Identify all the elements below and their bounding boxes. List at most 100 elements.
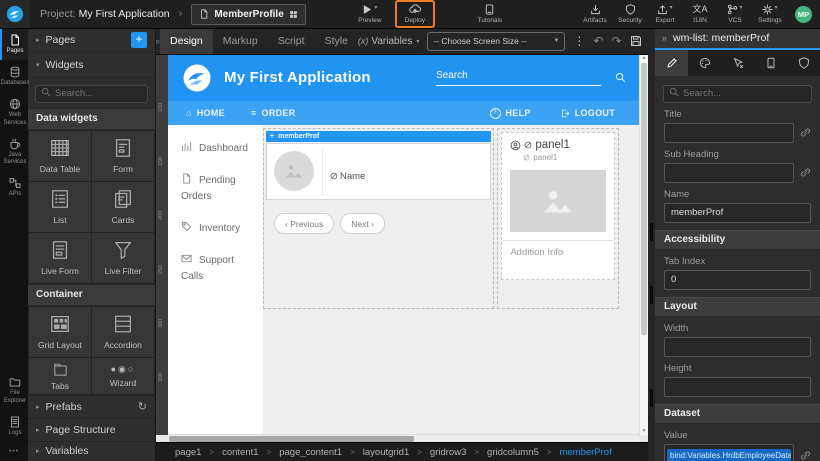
collapse-right-panel-icon[interactable]: » bbox=[662, 33, 667, 43]
name-input[interactable] bbox=[664, 203, 811, 223]
scroll-up-icon[interactable]: ▲ bbox=[640, 54, 648, 62]
widget-tile-accordion[interactable]: Accordion bbox=[92, 307, 154, 357]
artifacts-button[interactable]: Artifacts bbox=[582, 4, 608, 24]
scroll-down-icon[interactable]: ▼ bbox=[640, 427, 648, 435]
refresh-icon[interactable]: ↻ bbox=[138, 400, 147, 413]
height-input[interactable] bbox=[664, 377, 811, 397]
chevron-down-icon[interactable]: ▾ bbox=[739, 4, 742, 11]
breadcrumb-item[interactable]: page_content1 bbox=[279, 447, 363, 458]
widgets-section-header[interactable]: ▾ Widgets bbox=[28, 53, 155, 78]
more-options-icon[interactable]: ••• bbox=[0, 442, 28, 461]
list-item-card[interactable]: Name bbox=[266, 143, 491, 200]
sidenav-item-dashboard[interactable]: Dashboard bbox=[181, 141, 255, 157]
breadcrumb-item[interactable]: page1 bbox=[175, 447, 222, 458]
widget-tile-tabs[interactable]: Tabs bbox=[29, 358, 91, 394]
nav-item-home[interactable]: ⌂HOME bbox=[186, 108, 225, 118]
export-button[interactable]: ▾ Export bbox=[652, 4, 678, 24]
rail-item-databases[interactable]: Databases bbox=[0, 60, 28, 92]
widget-tile-live-filter[interactable]: Live Filter bbox=[92, 233, 154, 283]
scrollbar-thumb[interactable] bbox=[641, 63, 647, 335]
redo-icon[interactable]: ↷ bbox=[611, 34, 621, 48]
bind-link-icon[interactable] bbox=[800, 450, 811, 461]
panel-header[interactable]: panel1 bbox=[502, 133, 614, 151]
rail-item-file-explorer[interactable]: File Explorer bbox=[0, 370, 28, 409]
add-page-button[interactable]: + bbox=[131, 32, 147, 48]
widget-tile-list[interactable]: List bbox=[29, 182, 91, 232]
move-handle-icon[interactable]: + bbox=[270, 133, 274, 140]
settings-button[interactable]: ▾ Settings bbox=[757, 4, 783, 24]
wavemaker-logo[interactable] bbox=[0, 0, 30, 28]
sidenav-item-pending-orders[interactable]: Pending Orders bbox=[181, 173, 255, 205]
rail-item-pages[interactable]: Pages bbox=[0, 28, 28, 60]
bind-link-icon[interactable] bbox=[800, 167, 811, 178]
widget-tile-data-table[interactable]: Data Table bbox=[29, 131, 91, 181]
width-input[interactable] bbox=[664, 337, 811, 357]
tab-index-input[interactable] bbox=[664, 270, 811, 290]
tab-events[interactable] bbox=[721, 50, 754, 76]
tutorials-button[interactable]: Tutorials bbox=[477, 4, 503, 24]
user-avatar[interactable]: MP bbox=[795, 6, 812, 23]
tab-style[interactable]: Style bbox=[315, 28, 358, 54]
security-button[interactable]: Security bbox=[617, 4, 643, 24]
tab-design[interactable]: Design bbox=[160, 28, 213, 54]
image-placeholder[interactable] bbox=[274, 151, 314, 191]
chevron-down-icon[interactable]: ▾ bbox=[774, 4, 777, 11]
prefabs-section-header[interactable]: ▸ Prefabs ↻ bbox=[28, 395, 155, 418]
deploy-button[interactable]: Deploy bbox=[402, 3, 428, 24]
widget-tile-grid-layout[interactable]: Grid Layout bbox=[29, 307, 91, 357]
nav-item-help[interactable]: ?HELP bbox=[490, 108, 531, 119]
widget-tile-wizard[interactable]: ●◉○ Wizard bbox=[92, 358, 154, 394]
app-search-input[interactable]: Search bbox=[436, 70, 601, 86]
panel-resize-strip[interactable] bbox=[648, 28, 655, 461]
memberprof-widget-tag[interactable]: + memberProf bbox=[266, 131, 491, 142]
canvas-vertical-scrollbar[interactable]: ▲ ▼ bbox=[639, 54, 648, 435]
subheading-input[interactable] bbox=[664, 163, 794, 183]
bind-link-icon[interactable] bbox=[800, 127, 811, 138]
properties-search-input[interactable] bbox=[663, 85, 812, 103]
tab-script[interactable]: Script bbox=[268, 28, 315, 54]
breadcrumb-item[interactable]: gridrow3 bbox=[430, 447, 487, 458]
nav-item-logout[interactable]: LOGOUT bbox=[561, 108, 615, 119]
breadcrumb-item[interactable]: layoutgrid1 bbox=[363, 447, 430, 458]
panel-image-placeholder[interactable] bbox=[510, 170, 606, 232]
rail-item-java-services[interactable]: Java Services bbox=[0, 132, 28, 171]
page-structure-section-header[interactable]: ▸ Page Structure bbox=[28, 418, 155, 441]
search-icon[interactable] bbox=[615, 72, 626, 83]
tab-markup[interactable]: Markup bbox=[213, 28, 268, 54]
breadcrumb-item[interactable]: gridcolumn5 bbox=[487, 447, 559, 458]
sidenav-item-support-calls[interactable]: Support Calls bbox=[181, 253, 255, 285]
title-input[interactable] bbox=[664, 123, 794, 143]
panel1-widget[interactable]: panel1 panel1 Addition Info bbox=[501, 132, 615, 280]
page-switcher-icon[interactable] bbox=[289, 10, 298, 19]
widget-tile-form[interactable]: Form bbox=[92, 131, 154, 181]
tab-security[interactable] bbox=[787, 50, 820, 76]
kebab-menu-icon[interactable]: ⋮ bbox=[573, 34, 585, 48]
tab-device[interactable] bbox=[754, 50, 787, 76]
widget-tile-live-form[interactable]: Live Form bbox=[29, 233, 91, 283]
pages-section-header[interactable]: ▸ Pages + bbox=[28, 28, 155, 53]
breadcrumb-item[interactable]: content1 bbox=[222, 447, 279, 458]
nav-item-order[interactable]: ≡ORDER bbox=[251, 108, 296, 118]
chevron-down-icon[interactable]: ▾ bbox=[669, 4, 672, 11]
rail-item-web-services[interactable]: Web Services bbox=[0, 92, 28, 131]
app-header[interactable]: My First Application Search bbox=[168, 54, 640, 101]
widget-search-input[interactable] bbox=[35, 85, 148, 103]
chevron-down-icon[interactable]: ▾ bbox=[374, 4, 377, 11]
page-tab-memberprofile[interactable]: MemberProfile bbox=[191, 4, 305, 25]
sidenav-item-inventory[interactable]: Inventory bbox=[181, 221, 255, 237]
save-icon[interactable] bbox=[630, 35, 642, 47]
app-title[interactable]: My First Application bbox=[224, 69, 371, 86]
variables-section-header[interactable]: ▸ Variables bbox=[28, 441, 155, 461]
tab-properties[interactable] bbox=[655, 50, 688, 76]
widget-tile-cards[interactable]: Cards bbox=[92, 182, 154, 232]
rail-item-apis[interactable]: APIs bbox=[0, 171, 28, 203]
undo-icon[interactable]: ↶ bbox=[593, 34, 603, 48]
i18n-button[interactable]: 文A I18N bbox=[687, 4, 713, 24]
rail-item-logs[interactable]: Logs bbox=[0, 410, 28, 442]
bind-expression-chip[interactable]: bind:Variables.HrdbEmployeeData.data × bbox=[667, 449, 791, 461]
screen-size-dropdown[interactable]: -- Choose Screen Size -- ▼ bbox=[427, 32, 565, 51]
previous-button[interactable]: ‹ Previous bbox=[274, 213, 334, 234]
vcs-button[interactable]: ▾ VCS bbox=[722, 4, 748, 24]
grid-column-member-list[interactable]: + memberProf Name ‹ Previou bbox=[263, 128, 494, 309]
list-field-name[interactable]: Name bbox=[330, 153, 365, 199]
